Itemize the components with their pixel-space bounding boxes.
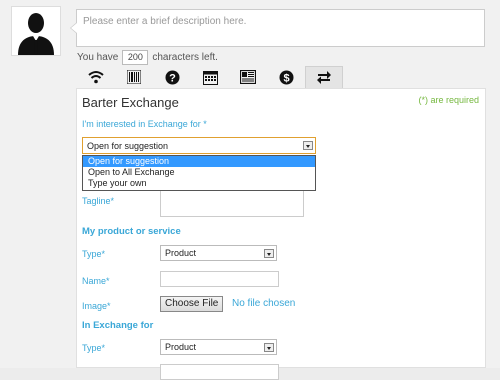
wifi-icon[interactable]	[77, 66, 115, 88]
type2-select-value: Product	[165, 342, 197, 352]
exchange-section-heading: In Exchange for	[82, 320, 154, 331]
name-label: Name*	[82, 276, 110, 286]
post-type-iconbar: ? $	[77, 66, 343, 88]
product-section-heading: My product or service	[82, 226, 181, 237]
svg-text:?: ?	[169, 72, 176, 84]
barcode-icon[interactable]	[115, 66, 153, 88]
form-title: Barter Exchange	[82, 95, 179, 110]
interest-label: I'm interested in Exchange for *	[82, 119, 207, 129]
chars-count: 200	[122, 50, 149, 65]
type-label: Type*	[82, 249, 106, 259]
svg-text:$: $	[283, 72, 289, 84]
interest-select-value: Open for suggestion	[87, 140, 169, 151]
dollar-icon[interactable]: $	[267, 66, 305, 88]
chars-prefix: You have	[77, 52, 119, 63]
interest-dropdown-list: Open for suggestion Open to All Exchange…	[82, 155, 316, 191]
avatar	[11, 6, 61, 56]
tagline-label: Tagline*	[82, 196, 115, 206]
type2-label: Type*	[82, 343, 106, 353]
page: Please enter a brief description here. Y…	[0, 0, 500, 380]
interest-option[interactable]: Open to All Exchange	[83, 167, 315, 178]
image-label: Image*	[82, 301, 111, 311]
type-select[interactable]: Product	[160, 245, 277, 261]
exchange-icon[interactable]	[305, 66, 343, 88]
chars-suffix: characters left.	[152, 52, 218, 63]
chevron-down-icon	[303, 141, 313, 150]
choose-file-button[interactable]: Choose File	[160, 296, 224, 312]
interest-option[interactable]: Type your own	[83, 178, 315, 189]
character-counter: You have 200 characters left.	[77, 50, 218, 65]
type-select-value: Product	[165, 248, 197, 258]
description-placeholder: Please enter a brief description here.	[83, 16, 247, 27]
question-icon[interactable]: ?	[153, 66, 191, 88]
user-silhouette-icon	[12, 7, 60, 55]
interest-option[interactable]: Open for suggestion	[83, 156, 315, 167]
interest-select[interactable]: Open for suggestion	[82, 137, 316, 154]
calendar-icon[interactable]	[191, 66, 229, 88]
chevron-down-icon	[264, 249, 274, 258]
newspaper-icon[interactable]	[229, 66, 267, 88]
name-input[interactable]	[160, 271, 279, 287]
description-textarea[interactable]: Please enter a brief description here.	[70, 9, 485, 47]
chevron-down-icon	[264, 343, 274, 352]
type2-select[interactable]: Product	[160, 339, 277, 355]
file-status: No file chosen	[232, 298, 296, 309]
exchange-name-input[interactable]	[160, 364, 279, 380]
required-note: (*) are required	[418, 95, 479, 105]
